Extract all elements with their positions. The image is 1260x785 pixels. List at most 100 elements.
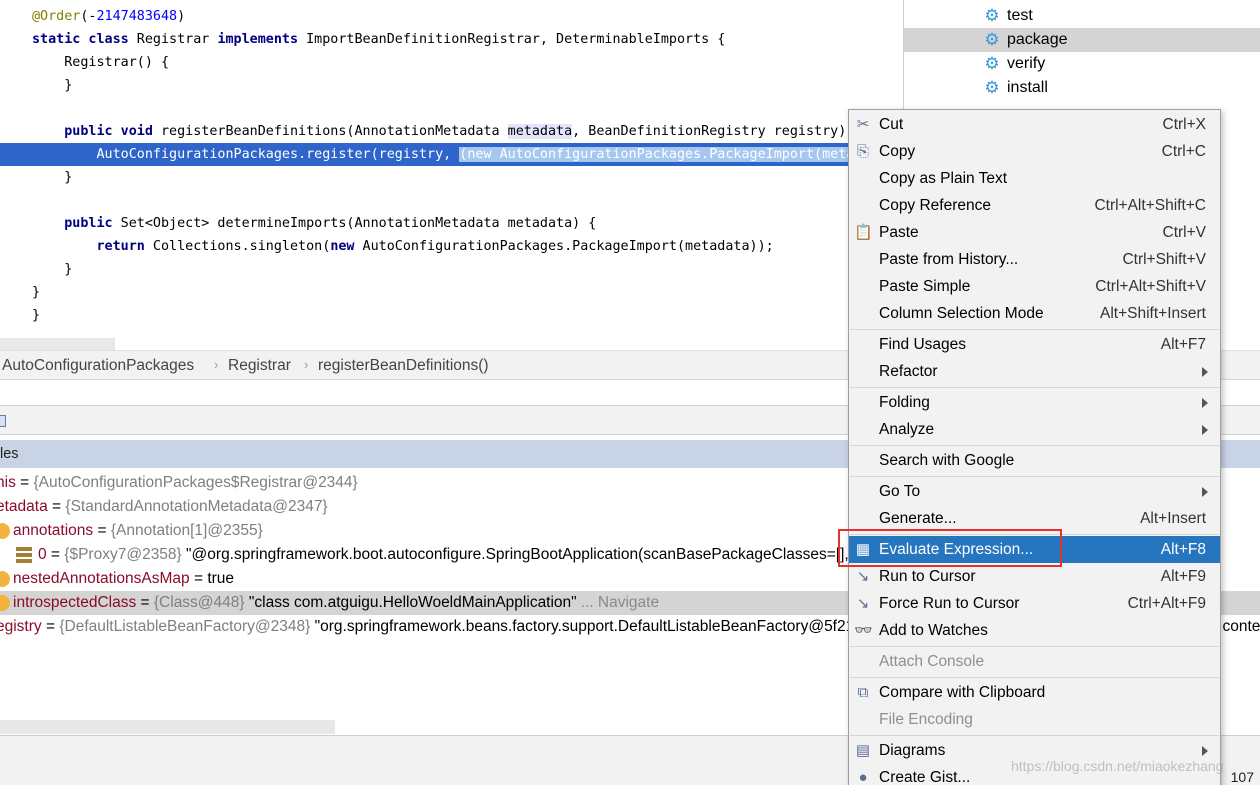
navigate-link[interactable]: ... Navigate <box>581 594 659 611</box>
menu-item-analyze[interactable]: Analyze <box>849 416 1220 443</box>
menu-item-label: Cut <box>879 116 904 133</box>
menu-item-go-to[interactable]: Go To <box>849 478 1220 505</box>
menu-item-find-usages[interactable]: Find Usages Alt+F7 <box>849 331 1220 358</box>
equals-sign: = <box>189 570 208 587</box>
compare-icon: ⧉ <box>857 684 869 701</box>
code-line[interactable] <box>0 189 903 212</box>
variable-value: "class com.atguigu.HelloWoeldMainApplica… <box>248 594 577 611</box>
code-line[interactable]: } <box>0 281 903 304</box>
menu-item-run-to-cursor[interactable]: ↘ Run to Cursor Alt+F9 <box>849 563 1220 590</box>
menu-item-force-run-to-cursor[interactable]: ↘ Force Run to Cursor Ctrl+Alt+F9 <box>849 590 1220 617</box>
gear-icon: ⚙ <box>984 54 1000 73</box>
menu-item-folding[interactable]: Folding <box>849 389 1220 416</box>
menu-item-compare-with-clipboard[interactable]: ⧉ Compare with Clipboard <box>849 679 1220 706</box>
current-execution-line[interactable]: AutoConfigurationPackages.register(regis… <box>0 143 903 166</box>
menu-item-search-with-google[interactable]: Search with Google <box>849 447 1220 474</box>
breadcrumb-item-inner-class[interactable]: Registrar <box>228 357 291 375</box>
menu-item-paste-simple[interactable]: Paste Simple Ctrl+Alt+Shift+V <box>849 273 1220 300</box>
lifecycle-item[interactable]: ⚙ test <box>904 4 1260 28</box>
code-token: public <box>32 216 113 231</box>
variable-name: etadata <box>0 498 48 515</box>
menu-item-label: Go To <box>879 483 921 500</box>
code-line[interactable]: static class Registrar implements Import… <box>0 28 903 51</box>
equals-sign: = <box>41 618 60 635</box>
code-line[interactable]: @Order(-2147483648) <box>0 5 903 28</box>
equals-sign: = <box>136 594 154 611</box>
menu-item-cut[interactable]: ✂ Cut Ctrl+X <box>849 111 1220 138</box>
menu-item-label: Find Usages <box>879 336 967 353</box>
code-line[interactable]: } <box>0 258 903 281</box>
frames-icon[interactable] <box>0 415 6 427</box>
code-token: } <box>32 262 73 277</box>
code-line[interactable]: Registrar() { <box>0 51 903 74</box>
breadcrumb-item-method[interactable]: registerBeanDefinitions() <box>318 357 489 375</box>
lifecycle-item[interactable]: ⚙ install <box>904 76 1260 100</box>
equals-sign: = <box>93 522 111 539</box>
editor-context-menu[interactable]: ✂ Cut Ctrl+X ⎘ Copy Ctrl+C Copy as Plain Text C… <box>848 109 1221 785</box>
code-line[interactable]: } <box>0 304 903 327</box>
lifecycle-item[interactable]: ⚙ verify <box>904 52 1260 76</box>
copy-icon: ⎘ <box>856 143 869 160</box>
menu-item-label: Diagrams <box>879 742 946 759</box>
variable-name: his <box>0 474 16 491</box>
submenu-arrow-icon <box>1202 425 1208 435</box>
code-line[interactable]: } <box>0 74 903 97</box>
code-token: registerBeanDefinitions(AnnotationMetada… <box>152 124 508 139</box>
lifecycle-item[interactable]: ⚙ package <box>904 28 1260 52</box>
variable-type: {Class@448} <box>153 594 245 611</box>
menu-item-label: Search with Google <box>879 452 1015 469</box>
variable-name: nestedAnnotationsAsMap <box>13 570 190 587</box>
code-line[interactable]: public Set<Object> determineImports(Anno… <box>0 212 903 235</box>
code-line[interactable]: } <box>0 166 903 189</box>
menu-item-label: Force Run to Cursor <box>879 595 1020 612</box>
variable-name: introspectedClass <box>13 594 137 611</box>
menu-item-shortcut: Ctrl+X <box>1162 116 1207 133</box>
lifecycle-item-label: package <box>1007 31 1068 48</box>
menu-item-add-to-watches[interactable]: 👓 Add to Watches <box>849 617 1220 644</box>
menu-item-copy-as-plain-text[interactable]: Copy as Plain Text <box>849 165 1220 192</box>
menu-item-label: Paste Simple <box>879 278 971 295</box>
breadcrumb-item-class[interactable]: AutoConfigurationPackages <box>2 357 194 375</box>
menu-item-label: Analyze <box>879 421 935 438</box>
menu-separator <box>850 646 1219 647</box>
horizontal-scrollbar[interactable] <box>0 720 335 734</box>
horizontal-scrollbar[interactable] <box>0 338 115 350</box>
menu-item-shortcut: Ctrl+V <box>1162 224 1207 241</box>
variable-type: {Annotation[1]@2355} <box>110 522 263 539</box>
menu-item-shortcut: Alt+F8 <box>1160 541 1206 558</box>
variables-panel-title: les <box>0 446 19 462</box>
status-line-number: 107 <box>1230 769 1254 785</box>
menu-separator <box>850 677 1219 678</box>
submenu-arrow-icon <box>1202 398 1208 408</box>
menu-separator <box>850 329 1219 330</box>
menu-item-label: Add to Watches <box>879 622 988 639</box>
menu-item-paste[interactable]: 📋 Paste Ctrl+V <box>849 219 1220 246</box>
gear-icon: ⚙ <box>984 6 1000 25</box>
menu-item-refactor[interactable]: Refactor <box>849 358 1220 385</box>
menu-item-copy[interactable]: ⎘ Copy Ctrl+C <box>849 138 1220 165</box>
code-token: (new AutoConfigurationPackages.PackageIm… <box>459 147 903 162</box>
menu-item-column-selection-mode[interactable]: Column Selection Mode Alt+Shift+Insert <box>849 300 1220 327</box>
run-to-cursor-icon: ↘ <box>856 568 870 585</box>
menu-item-file-encoding: File Encoding <box>849 706 1220 733</box>
code-token: Registrar() { <box>32 55 170 70</box>
menu-item-paste-from-history[interactable]: Paste from History... Ctrl+Shift+V <box>849 246 1220 273</box>
variable-name: annotations <box>13 522 94 539</box>
variable-value: true <box>207 570 235 587</box>
variable-text: nestedAnnotationsAsMap = true <box>13 567 234 591</box>
code-token: ) <box>177 9 186 24</box>
diagram-icon: ▤ <box>855 742 871 759</box>
code-line[interactable]: public void registerBeanDefinitions(Anno… <box>0 120 903 143</box>
menu-separator <box>850 476 1219 477</box>
code-token: implements <box>217 32 299 47</box>
variable-text: annotations = {Annotation[1]@2355} <box>13 519 263 543</box>
code-line[interactable]: return Collections.singleton(new AutoCon… <box>0 235 903 258</box>
menu-separator <box>850 445 1219 446</box>
code-editor[interactable]: @Order(-2147483648) static class Registra… <box>0 0 903 350</box>
code-line[interactable] <box>0 97 903 120</box>
variable-type: {DefaultListableBeanFactory@2348} <box>59 618 311 635</box>
code-token: Registrar <box>128 32 218 47</box>
menu-item-copy-reference[interactable]: Copy Reference Ctrl+Alt+Shift+C <box>849 192 1220 219</box>
menu-item-label: Refactor <box>879 363 938 380</box>
menu-item-generate[interactable]: Generate... Alt+Insert <box>849 505 1220 532</box>
